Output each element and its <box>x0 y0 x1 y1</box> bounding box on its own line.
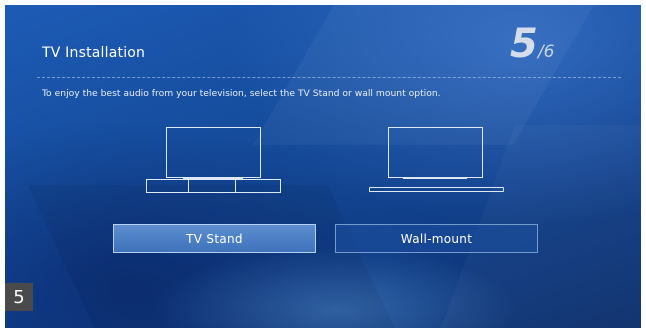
tv-base <box>403 177 467 179</box>
step-indicator: 5/6 <box>510 21 554 67</box>
tv-screen-icon <box>388 127 483 178</box>
step-total: /6 <box>537 42 555 62</box>
tv-stand-button[interactable]: TV Stand <box>113 224 316 253</box>
instruction-text: To enjoy the best audio from your televi… <box>42 88 441 99</box>
wall-mount-button[interactable]: Wall-mount <box>335 224 538 253</box>
page-title: TV Installation <box>42 45 146 61</box>
setup-screen: TV Installation 5/6 To enjoy the best au… <box>5 5 641 328</box>
background-facet <box>253 5 617 145</box>
tv-screen-icon <box>166 127 261 178</box>
step-badge: 5 <box>5 283 33 311</box>
background-facet <box>27 185 403 328</box>
step-current: 5 <box>510 21 538 67</box>
wall-mount-shelf <box>369 187 504 192</box>
tv-stand-cabinet <box>146 179 281 193</box>
header-divider <box>37 77 621 78</box>
